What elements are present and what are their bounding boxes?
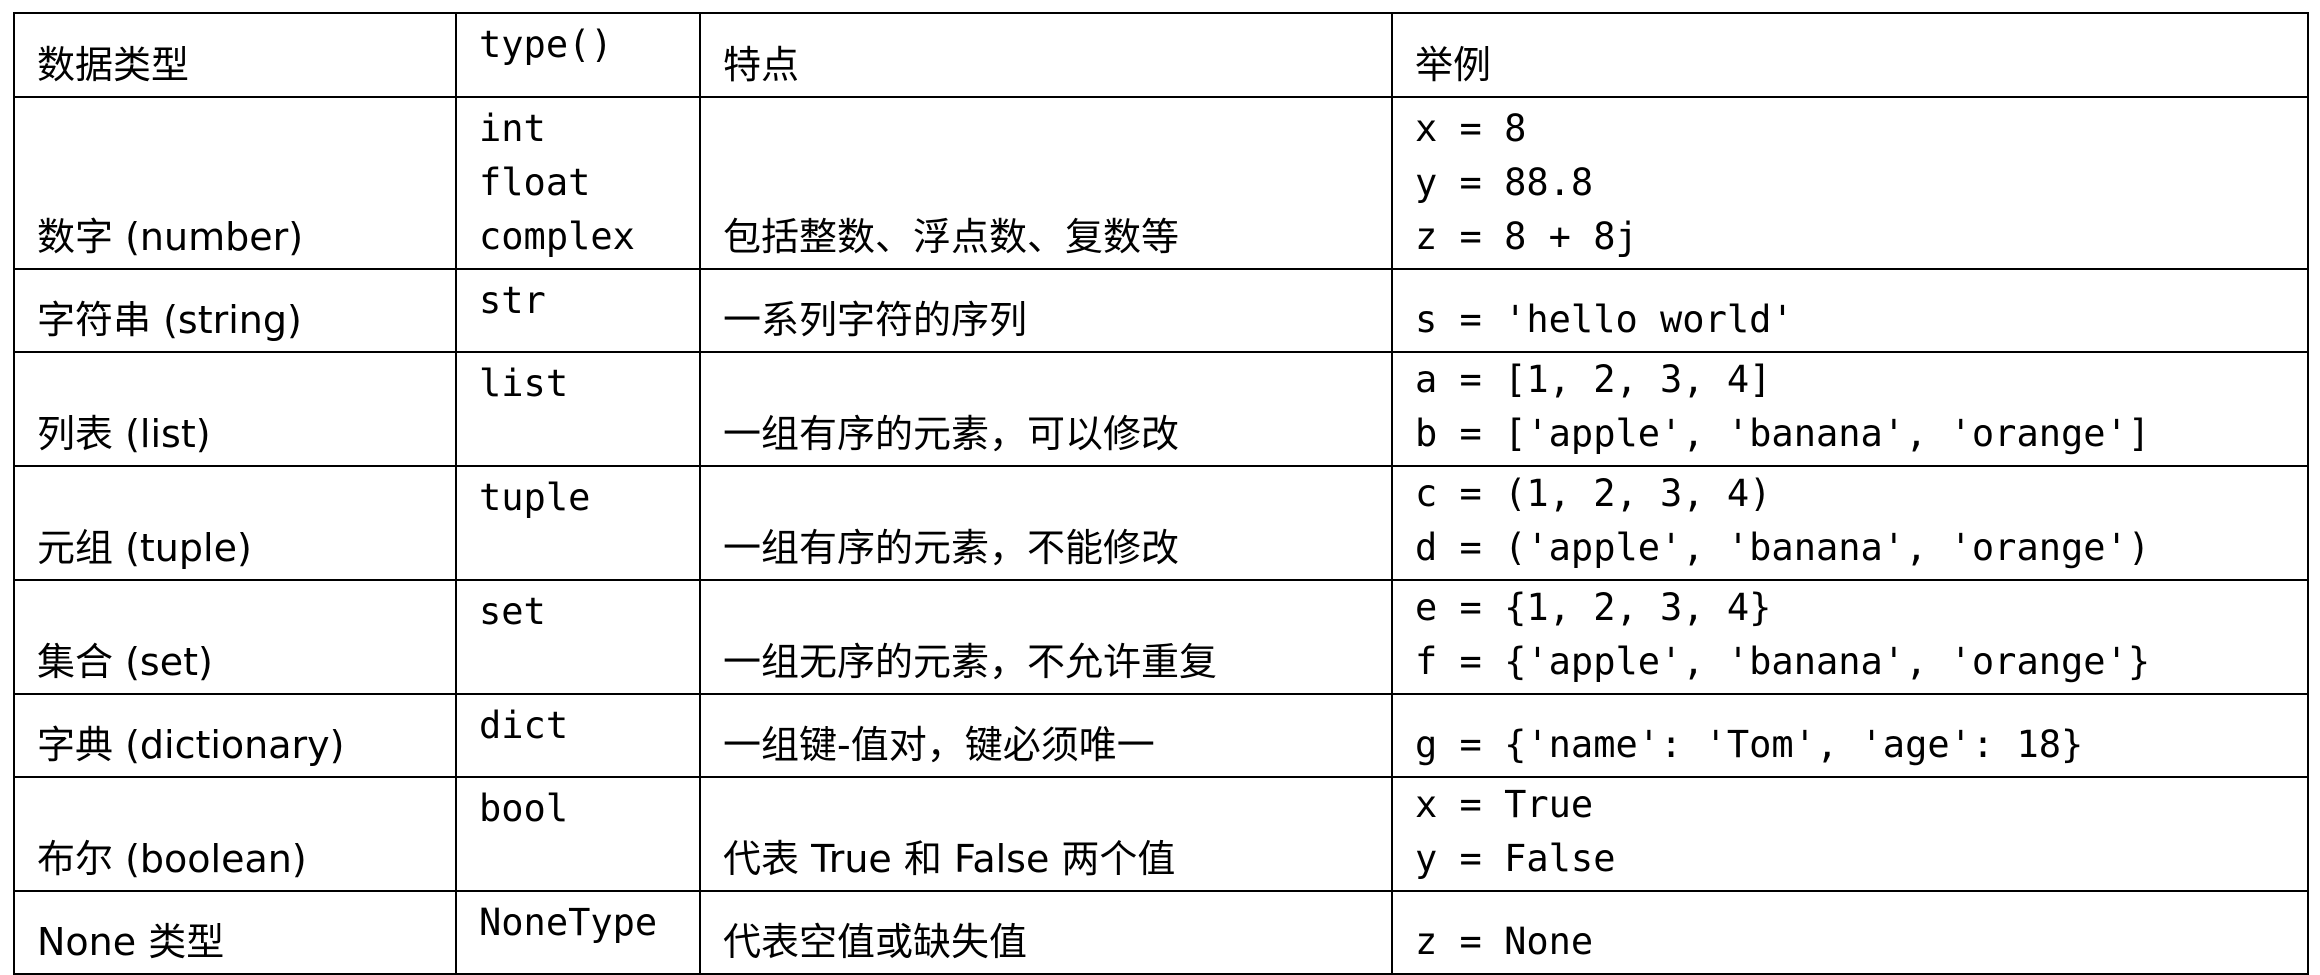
example-line: d = ('apple', 'banana', 'orange') [1415, 526, 2151, 569]
type-func: float [479, 161, 591, 204]
feature-cell: 一系列字符的序列 [699, 268, 1393, 353]
table-row: 集合 (set) set 一组无序的元素，不允许重复 e = {1, 2, 3,… [13, 579, 2309, 695]
table-row: 列表 (list) list 一组有序的元素，可以修改 a = [1, 2, 3… [13, 351, 2309, 467]
example-line: f = {'apple', 'banana', 'orange'} [1415, 640, 2151, 683]
type-func: set [479, 590, 546, 633]
type-func-cell: set [455, 579, 701, 695]
table-row: 布尔 (boolean) bool 代表 True 和 False 两个值 x … [13, 776, 2309, 892]
data-types-table: 数据类型 type() 特点 举例 数字 (number) int float … [13, 12, 2309, 975]
feature-cell: 一组有序的元素，可以修改 [699, 351, 1393, 467]
type-name-cell: 列表 (list) [13, 351, 457, 467]
example-cell: x = 8 y = 88.8 z = 8 + 8j [1391, 96, 2309, 270]
table-row: 字符串 (string) str 一系列字符的序列 s = 'hello wor… [13, 268, 2309, 353]
table-row: 字典 (dictionary) dict 一组键-值对，键必须唯一 g = {'… [13, 693, 2309, 778]
type-func-cell: NoneType [455, 890, 701, 975]
feature-cell: 代表空值或缺失值 [699, 890, 1393, 975]
data-types-table-wrapper: 数据类型 type() 特点 举例 数字 (number) int float … [13, 12, 2309, 975]
example-line: y = False [1415, 837, 1616, 880]
table-row: 数字 (number) int float complex 包括整数、浮点数、复… [13, 96, 2309, 270]
example-line: s = 'hello world' [1415, 298, 1794, 341]
type-name-cell: 字典 (dictionary) [13, 693, 457, 778]
type-func-cell: tuple [455, 465, 701, 581]
example-cell: x = True y = False [1391, 776, 2309, 892]
type-func: list [479, 362, 569, 405]
type-func-cell: int float complex [455, 96, 701, 270]
example-line: y = 88.8 [1415, 161, 1594, 204]
example-line: z = None [1415, 920, 1594, 963]
example-cell: g = {'name': 'Tom', 'age': 18} [1391, 693, 2309, 778]
example-line: a = [1, 2, 3, 4] [1415, 358, 1772, 401]
type-func: tuple [479, 476, 591, 519]
example-cell: s = 'hello world' [1391, 268, 2309, 353]
example-cell: a = [1, 2, 3, 4] b = ['apple', 'banana',… [1391, 351, 2309, 467]
type-func: str [479, 279, 546, 322]
type-func-cell: dict [455, 693, 701, 778]
type-func-cell: bool [455, 776, 701, 892]
feature-cell: 一组有序的元素，不能修改 [699, 465, 1393, 581]
type-name-cell: 元组 (tuple) [13, 465, 457, 581]
type-name-cell: 集合 (set) [13, 579, 457, 695]
header-data-type: 数据类型 [13, 12, 457, 98]
type-func: NoneType [479, 901, 658, 944]
example-line: e = {1, 2, 3, 4} [1415, 586, 1772, 629]
header-example: 举例 [1391, 12, 2309, 98]
header-type-func: type() [455, 12, 701, 98]
example-cell: c = (1, 2, 3, 4) d = ('apple', 'banana',… [1391, 465, 2309, 581]
feature-cell: 代表 True 和 False 两个值 [699, 776, 1393, 892]
header-feature: 特点 [699, 12, 1393, 98]
table-row: None 类型 NoneType 代表空值或缺失值 z = None [13, 890, 2309, 975]
type-name-cell: 字符串 (string) [13, 268, 457, 353]
feature-cell: 一组无序的元素，不允许重复 [699, 579, 1393, 695]
type-func-cell: list [455, 351, 701, 467]
feature-cell: 一组键-值对，键必须唯一 [699, 693, 1393, 778]
type-func: complex [479, 215, 635, 258]
feature-cell: 包括整数、浮点数、复数等 [699, 96, 1393, 270]
type-func: dict [479, 704, 569, 747]
example-cell: z = None [1391, 890, 2309, 975]
example-line: x = 8 [1415, 107, 1527, 150]
example-line: x = True [1415, 783, 1594, 826]
type-name-cell: None 类型 [13, 890, 457, 975]
type-func-cell: str [455, 268, 701, 353]
table-row: 元组 (tuple) tuple 一组有序的元素，不能修改 c = (1, 2,… [13, 465, 2309, 581]
type-name-cell: 布尔 (boolean) [13, 776, 457, 892]
type-func: int [479, 107, 546, 150]
type-func: bool [479, 787, 569, 830]
example-line: c = (1, 2, 3, 4) [1415, 472, 1772, 515]
example-line: g = {'name': 'Tom', 'age': 18} [1415, 723, 2084, 766]
example-cell: e = {1, 2, 3, 4} f = {'apple', 'banana',… [1391, 579, 2309, 695]
example-line: z = 8 + 8j [1415, 215, 1638, 258]
example-line: b = ['apple', 'banana', 'orange'] [1415, 412, 2151, 455]
table-header-row: 数据类型 type() 特点 举例 [13, 12, 2309, 98]
type-name-cell: 数字 (number) [13, 96, 457, 270]
